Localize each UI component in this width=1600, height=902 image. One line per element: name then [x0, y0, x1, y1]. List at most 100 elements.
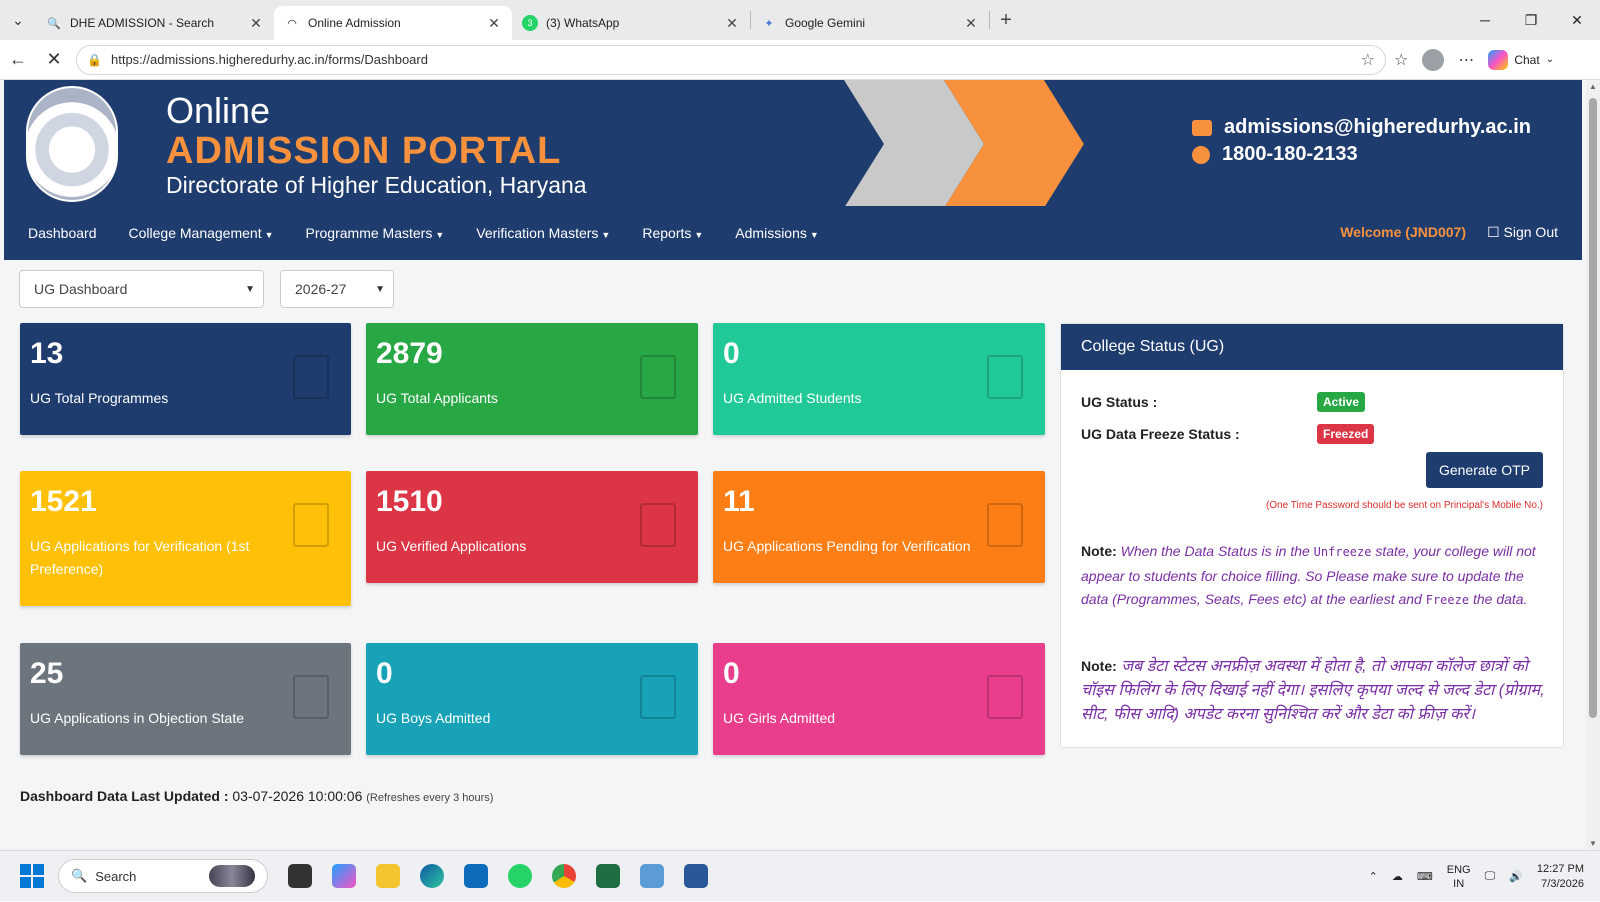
profile-avatar-icon[interactable]: [1422, 48, 1445, 71]
nav-programme-masters[interactable]: Programme Masters ▼: [306, 225, 445, 241]
stat-card-objection-state[interactable]: 25 UG Applications in Objection State: [20, 643, 351, 755]
note-text: When the Data Status is in the: [1120, 543, 1310, 559]
url-field[interactable]: 🔒 https://admissions.higheredurhy.ac.in/…: [76, 44, 1386, 75]
stat-value: 2879: [376, 337, 443, 370]
caret-down-icon: ▼: [264, 230, 274, 240]
chevron-down-icon: ⌄: [1545, 54, 1555, 65]
stat-card-verified-applications[interactable]: 1510 UG Verified Applications: [366, 471, 698, 583]
chevron-down-icon: ▼: [375, 283, 385, 295]
search-icon: 🔍: [47, 17, 61, 30]
volume-icon[interactable]: 🔊: [1509, 870, 1523, 883]
favorite-star-icon[interactable]: ☆: [1361, 50, 1375, 70]
nav-label: Dashboard: [28, 225, 97, 241]
scrollbar-thumb[interactable]: [1589, 98, 1597, 718]
window-controls: ─ ❐ ✕: [1462, 0, 1600, 40]
caret-down-icon: ▼: [809, 230, 819, 240]
word-icon[interactable]: [684, 864, 708, 888]
browser-tab[interactable]: 3 (3) WhatsApp ✕: [512, 6, 750, 40]
scroll-down-icon[interactable]: ▼: [1586, 839, 1600, 848]
note-label: Note:: [1081, 658, 1117, 674]
stat-card-total-programmes[interactable]: 13 UG Total Programmes: [20, 323, 351, 435]
close-window-icon[interactable]: ✕: [1554, 0, 1600, 40]
scroll-up-icon[interactable]: ▲: [1586, 82, 1600, 91]
stat-card-pending-verification[interactable]: 11 UG Applications Pending for Verificat…: [713, 471, 1045, 583]
stat-icon: [987, 503, 1023, 547]
close-tab-icon[interactable]: ✕: [248, 15, 264, 32]
tab-title: Online Admission: [308, 16, 401, 30]
note-hindi: Note: जब डेटा स्टेटस अनफ्रीज़ अवस्था में…: [1081, 654, 1547, 727]
edge-browser-icon[interactable]: [420, 864, 444, 888]
task-view-icon[interactable]: [288, 864, 312, 888]
ug-status-row: UG Status : Active: [1081, 392, 1366, 412]
stat-card-girls-admitted[interactable]: 0 UG Girls Admitted: [713, 643, 1045, 755]
nav-verification-masters[interactable]: Verification Masters ▼: [476, 225, 610, 241]
windows-start-icon[interactable]: [20, 864, 44, 888]
stop-loading-icon[interactable]: ✕: [36, 49, 72, 70]
taskbar-search[interactable]: 🔍 Search: [58, 859, 268, 893]
dashboard-type-select[interactable]: UG Dashboard ▼: [19, 270, 264, 308]
display-icon[interactable]: 🖵: [1485, 870, 1496, 883]
nav-college-management[interactable]: College Management ▼: [129, 225, 274, 241]
sign-out-link[interactable]: ☐ Sign Out: [1487, 224, 1558, 241]
os-taskbar: 🔍 Search ⌃ ☁ ⌨ ENG IN 🖵 🔊 12:27 PM 7/3/2…: [0, 850, 1600, 901]
remote-desktop-icon[interactable]: [640, 864, 664, 888]
stat-card-applications-for-verification[interactable]: 1521 UG Applications for Verification (1…: [20, 471, 351, 606]
nav-label: Verification Masters: [476, 225, 599, 241]
keyboard-icon[interactable]: ⌨: [1417, 870, 1433, 883]
nav-admissions[interactable]: Admissions ▼: [735, 225, 819, 241]
copilot-icon[interactable]: [332, 864, 356, 888]
stat-card-total-applicants[interactable]: 2879 UG Total Applicants: [366, 323, 698, 435]
gemini-icon: ✦: [764, 17, 774, 30]
restore-icon[interactable]: ❐: [1508, 0, 1554, 40]
url-text: https://admissions.higheredurhy.ac.in/fo…: [111, 52, 428, 67]
clock-date: 7/3/2026: [1541, 877, 1584, 890]
session-value: 2026-27: [295, 281, 347, 297]
browser-tab[interactable]: 🔍 DHE ADMISSION - Search ✕: [36, 6, 274, 40]
file-explorer-icon[interactable]: [376, 864, 400, 888]
language-indicator[interactable]: ENG IN: [1447, 863, 1471, 891]
stat-card-admitted-students[interactable]: 0 UG Admitted Students: [713, 323, 1045, 435]
chrome-icon[interactable]: [552, 864, 576, 888]
new-tab-icon[interactable]: +: [990, 9, 1022, 32]
lock-icon[interactable]: 🔒: [87, 53, 103, 67]
back-icon[interactable]: ←: [0, 49, 36, 70]
contact-phone[interactable]: 1800-180-2133: [1222, 143, 1358, 166]
stat-label: UG Applications in Objection State: [30, 710, 245, 726]
network-icon[interactable]: ☁: [1392, 870, 1403, 883]
nav-label: Programme Masters: [305, 225, 433, 241]
copilot-chat-button[interactable]: Chat ⌄: [1488, 49, 1555, 70]
more-options-icon[interactable]: ⋯: [1458, 50, 1474, 70]
stat-value: 1521: [30, 485, 97, 518]
stat-value: 0: [723, 657, 740, 690]
close-tab-icon[interactable]: ✕: [486, 15, 502, 32]
favorites-icon[interactable]: ☆: [1394, 50, 1408, 70]
stat-label: UG Total Applicants: [376, 390, 498, 406]
stat-card-boys-admitted[interactable]: 0 UG Boys Admitted: [366, 643, 698, 755]
tab-actions-icon[interactable]: ⌄: [0, 0, 36, 40]
nav-reports[interactable]: Reports ▼: [642, 225, 703, 241]
whatsapp-icon[interactable]: [508, 864, 532, 888]
minimize-icon[interactable]: ─: [1462, 0, 1508, 40]
nav-label: Admissions: [735, 225, 807, 241]
page-viewport: Online ADMISSION PORTAL Directorate of H…: [0, 80, 1586, 850]
close-tab-icon[interactable]: ✕: [963, 15, 979, 32]
whatsapp-icon: 3: [522, 15, 538, 31]
contact-email[interactable]: admissions@higheredurhy.ac.in: [1224, 116, 1531, 139]
freeze-status-label: UG Data Freeze Status :: [1081, 426, 1240, 442]
browser-tab[interactable]: ✦ Google Gemini ✕: [751, 6, 989, 40]
stat-label: UG Total Programmes: [30, 390, 169, 406]
note-keyword-freeze: Freeze: [1425, 593, 1470, 607]
outlook-icon[interactable]: [464, 864, 488, 888]
generate-otp-button[interactable]: Generate OTP: [1425, 452, 1543, 488]
stat-value: 13: [30, 337, 64, 370]
clock[interactable]: 12:27 PM 7/3/2026: [1537, 862, 1584, 892]
show-hidden-icons-icon[interactable]: ⌃: [1369, 870, 1378, 883]
session-select[interactable]: 2026-27 ▼: [280, 270, 394, 308]
note-english: Note: When the Data Status is in the Unf…: [1081, 540, 1547, 613]
close-tab-icon[interactable]: ✕: [724, 15, 740, 32]
nav-dashboard[interactable]: Dashboard: [28, 225, 97, 241]
address-bar: ← ✕ 🔒 https://admissions.higheredurhy.ac…: [0, 40, 1600, 80]
browser-tab-active[interactable]: ◠ Online Admission ✕: [274, 6, 512, 40]
page-scrollbar[interactable]: ▲ ▼: [1586, 80, 1600, 850]
excel-icon[interactable]: [596, 864, 620, 888]
